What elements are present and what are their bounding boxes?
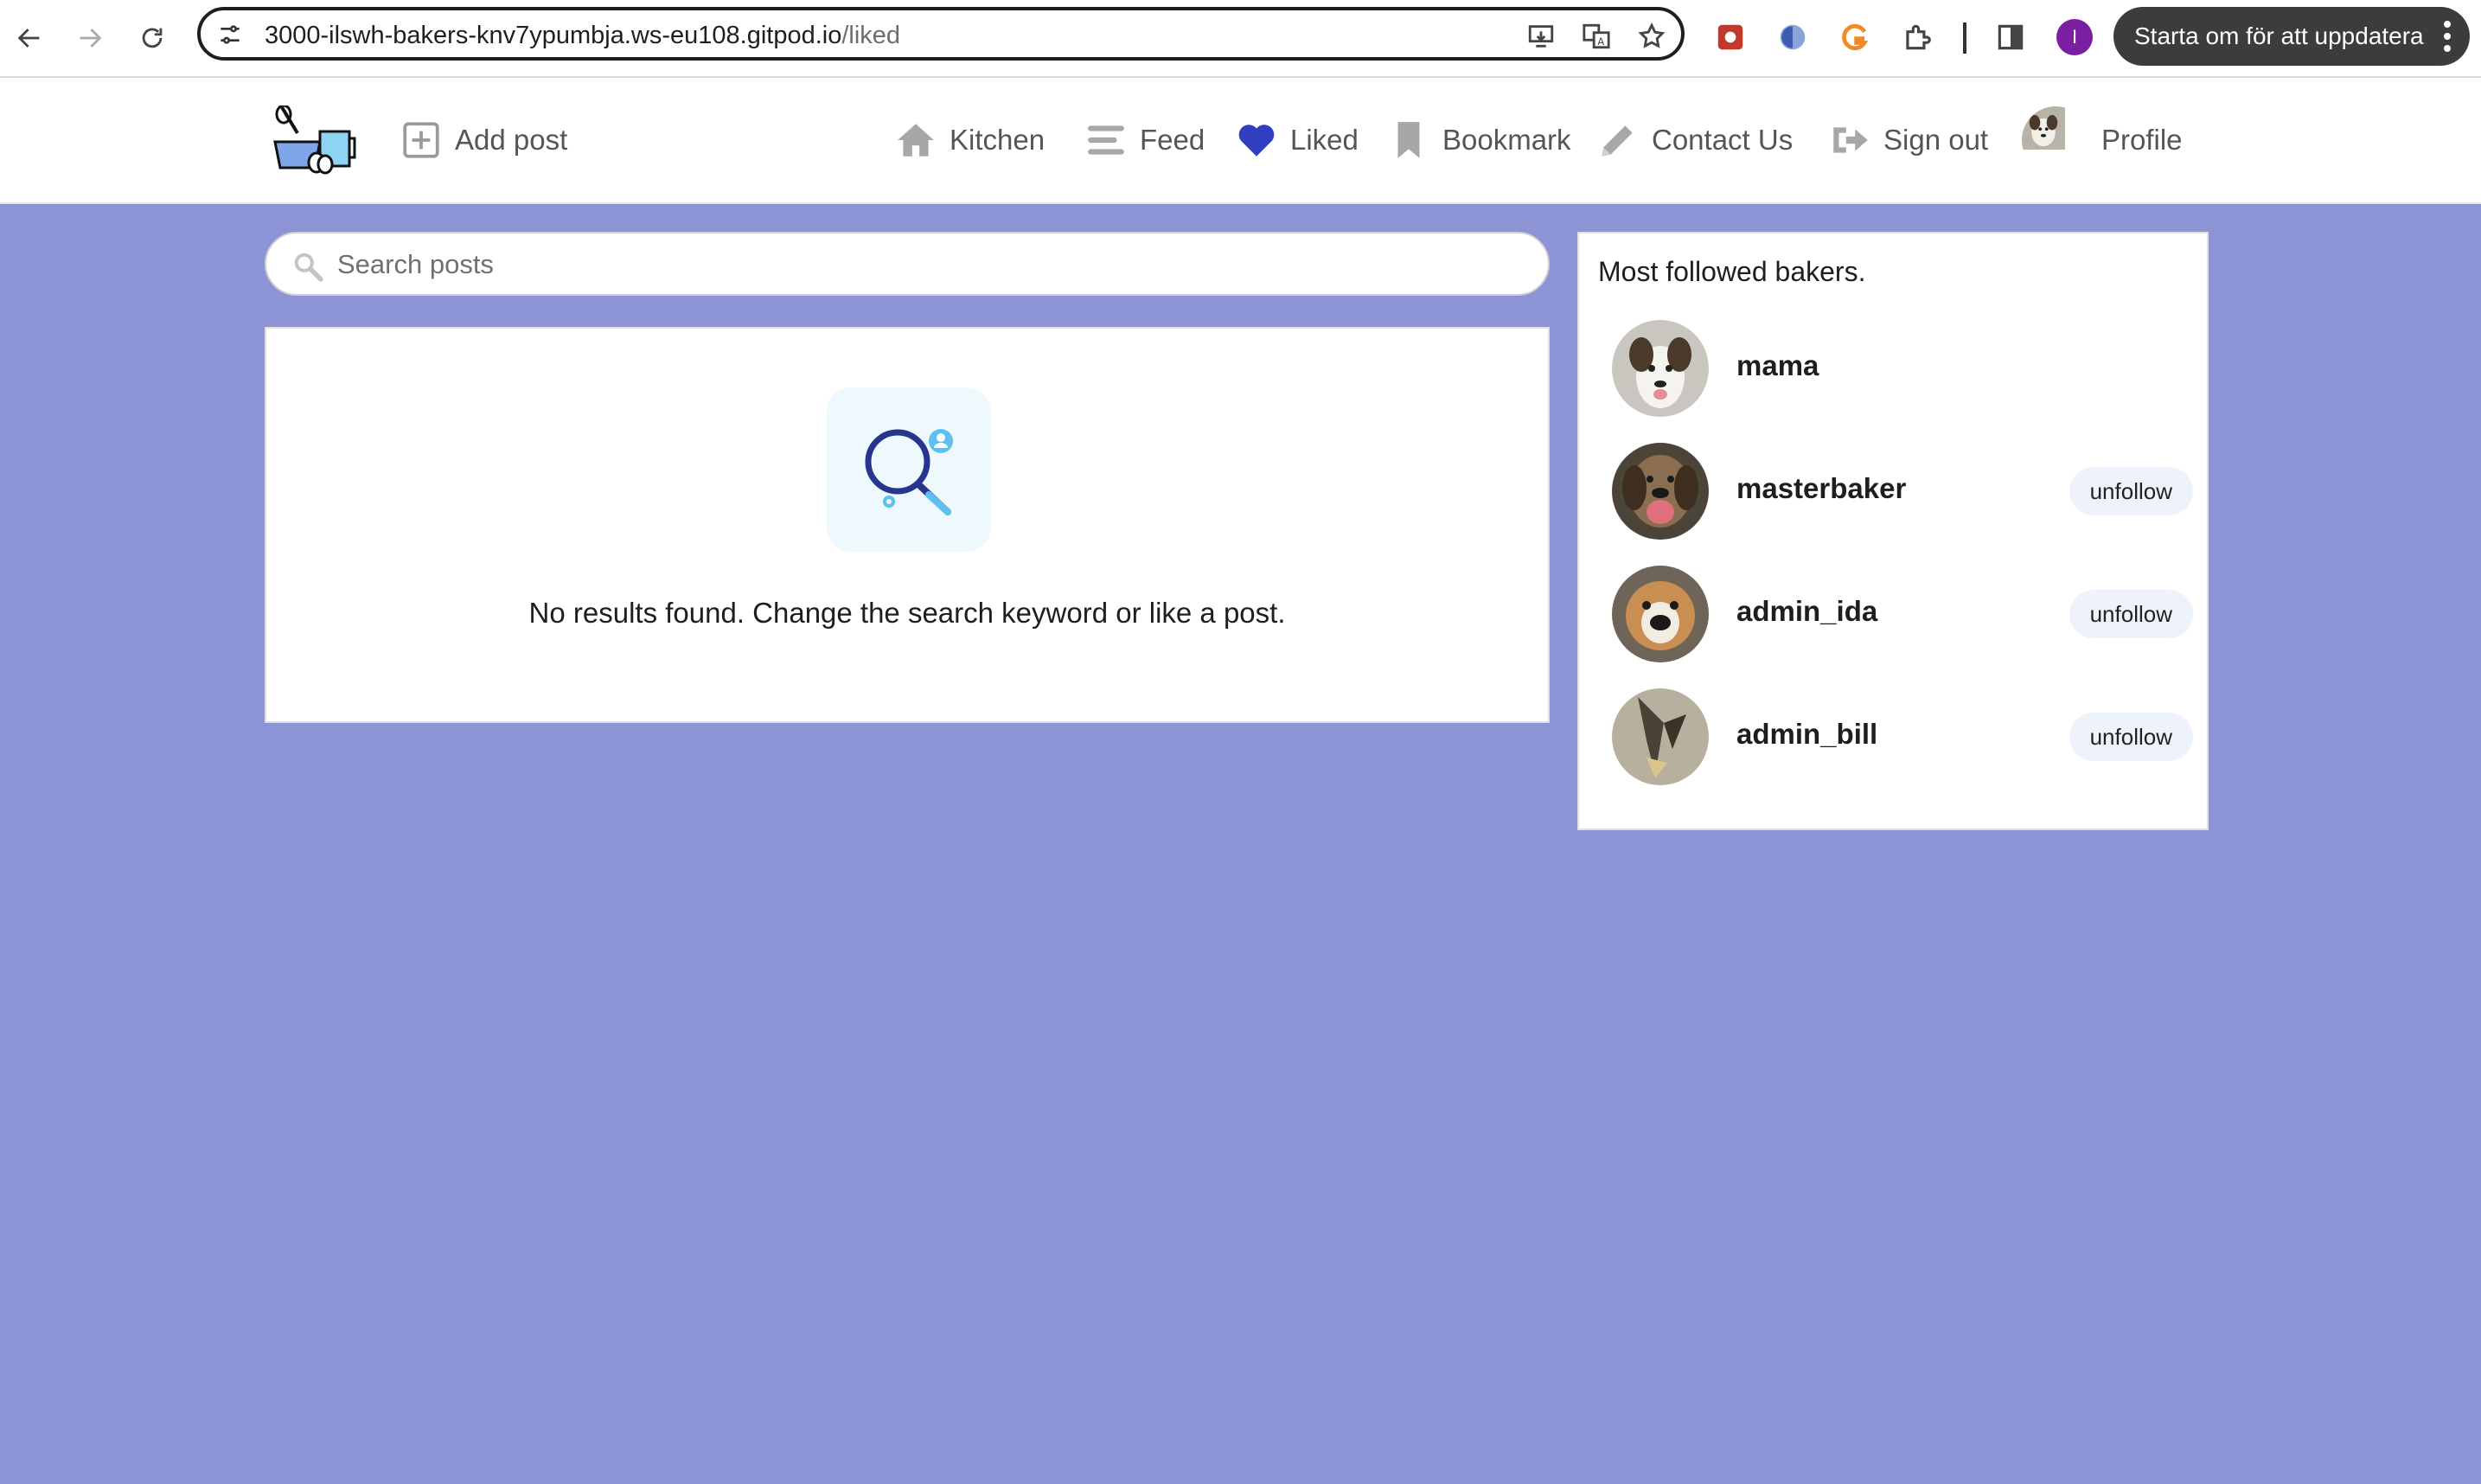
update-browser-label: Starta om för att uppdatera <box>2134 22 2424 49</box>
bakers-logo[interactable] <box>272 106 358 176</box>
baker-avatar[interactable] <box>1612 688 1709 785</box>
baker-row: mama <box>1612 320 2193 417</box>
site-settings-icon[interactable] <box>216 21 244 48</box>
app-navbar: Add post Kitchen Feed Liked Bookmark Con… <box>0 78 2481 204</box>
baker-row: admin_ida unfollow <box>1612 566 2193 662</box>
extension-blue-icon[interactable] <box>1773 17 1813 57</box>
back-icon[interactable] <box>10 19 48 57</box>
url-text: 3000-ilswh-bakers-knv7ypumbja.ws-eu108.g… <box>265 22 900 50</box>
nav-kitchen[interactable]: Kitchen <box>894 116 1045 164</box>
baker-avatar[interactable] <box>1612 320 1709 417</box>
nav-feed[interactable]: Feed <box>1084 116 1205 164</box>
translate-icon[interactable]: A <box>1579 19 1614 54</box>
baker-name[interactable]: masterbaker <box>1736 472 1906 505</box>
results-panel: No results found. Change the search keyw… <box>265 327 1550 723</box>
bookmark-star-icon[interactable] <box>1634 19 1669 54</box>
nav-kitchen-label: Kitchen <box>950 124 1045 156</box>
browser-profile-avatar[interactable]: I <box>2056 19 2093 55</box>
baker-name[interactable]: mama <box>1736 349 1819 382</box>
unfollow-button[interactable]: unfollow <box>2069 590 2193 638</box>
profile-avatar <box>2022 106 2089 174</box>
nav-sign-out[interactable]: Sign out <box>1828 116 1988 164</box>
baker-avatar[interactable] <box>1612 443 1709 540</box>
baker-name[interactable]: admin_bill <box>1736 718 1877 751</box>
unfollow-button[interactable]: unfollow <box>2069 713 2193 761</box>
nav-add-post[interactable]: Add post <box>400 116 567 164</box>
heart-icon <box>1238 125 1275 157</box>
browser-toolbar: 3000-ilswh-bakers-knv7ypumbja.ws-eu108.g… <box>0 0 2481 78</box>
svg-text:A: A <box>1597 35 1604 48</box>
extension-grammar-icon[interactable] <box>1835 17 1875 57</box>
address-bar[interactable]: 3000-ilswh-bakers-knv7ypumbja.ws-eu108.g… <box>197 7 1685 61</box>
more-menu-icon[interactable] <box>2444 19 2451 54</box>
url-host: 3000-ilswh-bakers-knv7ypumbja.ws-eu108.g… <box>265 22 842 49</box>
bookmark-icon <box>1397 122 1420 158</box>
nav-add-post-label: Add post <box>455 124 568 156</box>
nav-bookmark[interactable]: Bookmark <box>1387 116 1571 164</box>
side-panel-icon[interactable] <box>1991 17 2030 57</box>
nav-liked-label: Liked <box>1290 124 1359 156</box>
extensions-puzzle-icon[interactable] <box>1897 17 1937 57</box>
no-results-icon <box>827 387 991 552</box>
extension-red-icon[interactable] <box>1710 17 1750 57</box>
reload-icon[interactable] <box>133 19 171 57</box>
forward-icon[interactable] <box>71 19 109 57</box>
most-followed-bakers-panel: Most followed bakers. mama masterbaker u… <box>1577 232 2209 830</box>
search-input[interactable] <box>336 240 1515 289</box>
no-results-message: No results found. Change the search keyw… <box>528 597 1286 629</box>
baker-name[interactable]: admin_ida <box>1736 595 1877 628</box>
pencil-icon <box>1602 125 1633 157</box>
home-icon <box>898 124 934 157</box>
update-browser-button[interactable]: Starta om för att uppdatera <box>2113 7 2470 66</box>
sidebar-title: Most followed bakers. <box>1598 256 1866 287</box>
nav-sign-out-label: Sign out <box>1883 124 1989 156</box>
unfollow-button[interactable]: unfollow <box>2069 467 2193 515</box>
feed-lines-icon <box>1088 125 1124 155</box>
install-app-icon[interactable] <box>1524 19 1558 54</box>
nav-profile-label: Profile <box>2101 124 2183 156</box>
search-icon <box>294 253 323 282</box>
nav-profile[interactable]: Profile <box>2022 106 2183 175</box>
url-path: /liked <box>841 22 901 49</box>
nav-bookmark-label: Bookmark <box>1442 124 1571 156</box>
nav-liked[interactable]: Liked <box>1235 116 1359 164</box>
search-bar[interactable] <box>265 232 1550 296</box>
plus-square-icon <box>403 122 439 158</box>
sign-out-icon <box>1833 127 1868 153</box>
nav-contact-us-label: Contact Us <box>1652 124 1794 156</box>
nav-feed-label: Feed <box>1140 124 1205 156</box>
baker-row: masterbaker unfollow <box>1612 443 2193 540</box>
baker-avatar[interactable] <box>1612 566 1709 662</box>
nav-contact-us[interactable]: Contact Us <box>1596 116 1793 164</box>
toolbar-divider <box>1963 22 1966 54</box>
baker-row: admin_bill unfollow <box>1612 688 2193 785</box>
